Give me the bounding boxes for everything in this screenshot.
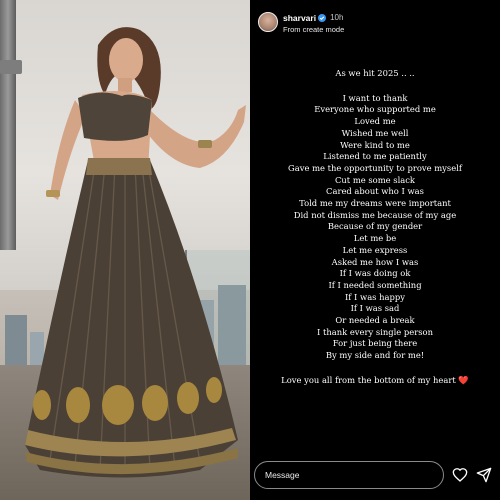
red-heart-emoji-icon: ❤️ [458, 374, 469, 385]
story-closing: Love you all from the bottom of my heart… [281, 374, 469, 385]
story-line: If I was happy [344, 291, 405, 302]
story-line: Asked me how I was [331, 256, 419, 267]
story-viewer: sharvari 10h From create mode As we hit … [250, 0, 500, 500]
story-line: Let me express [342, 244, 408, 255]
story-line: For just being there [332, 338, 418, 349]
story-line: Because of my gender [327, 221, 423, 232]
story-line: Or needed a break [335, 315, 415, 326]
story-line: If I needed something [328, 279, 422, 290]
story-line: Were kind to me [340, 139, 410, 150]
story-line: I want to thank [342, 92, 408, 103]
story-line: Listened to me patiently [323, 151, 427, 162]
heart-icon[interactable] [452, 467, 468, 483]
story-line: By my side and for me! [325, 350, 425, 361]
woman-in-lehenga [25, 27, 246, 478]
story-line: Let me be [353, 233, 397, 244]
story-line: Did not dismiss me because of my age [293, 209, 457, 220]
story-line: Cared about who I was [326, 186, 424, 197]
username[interactable]: sharvari [283, 12, 316, 24]
story-line: Everyone who supported me [314, 104, 436, 115]
story-header: sharvari 10h From create mode [258, 12, 344, 36]
post-time: 10h [330, 13, 344, 22]
story-line: If I was doing ok [339, 268, 411, 279]
story-line: Wished me well [341, 127, 409, 138]
story-line: If I was sad [350, 303, 400, 314]
story-intro: As we hit 2025 .. .. [335, 68, 415, 78]
story-line: Gave me the opportunity to prove myself [288, 162, 462, 173]
story-footer [250, 458, 500, 492]
story-text: As we hit 2025 .. .. I want to thank Ever… [250, 68, 500, 387]
avatar[interactable] [258, 12, 278, 32]
verified-badge-icon [318, 14, 327, 22]
story-subtitle: From create mode [283, 25, 345, 34]
story-lines: I want to thank Everyone who supported me… [250, 93, 500, 362]
story-line: Loved me [354, 116, 396, 127]
send-icon[interactable] [476, 467, 492, 483]
story-line: Cut me some slack [334, 174, 416, 185]
story-line: Told me my dreams were important [299, 198, 451, 209]
story-photo [0, 0, 250, 500]
message-input[interactable] [254, 461, 444, 489]
story-line: I thank every single person [317, 326, 433, 337]
